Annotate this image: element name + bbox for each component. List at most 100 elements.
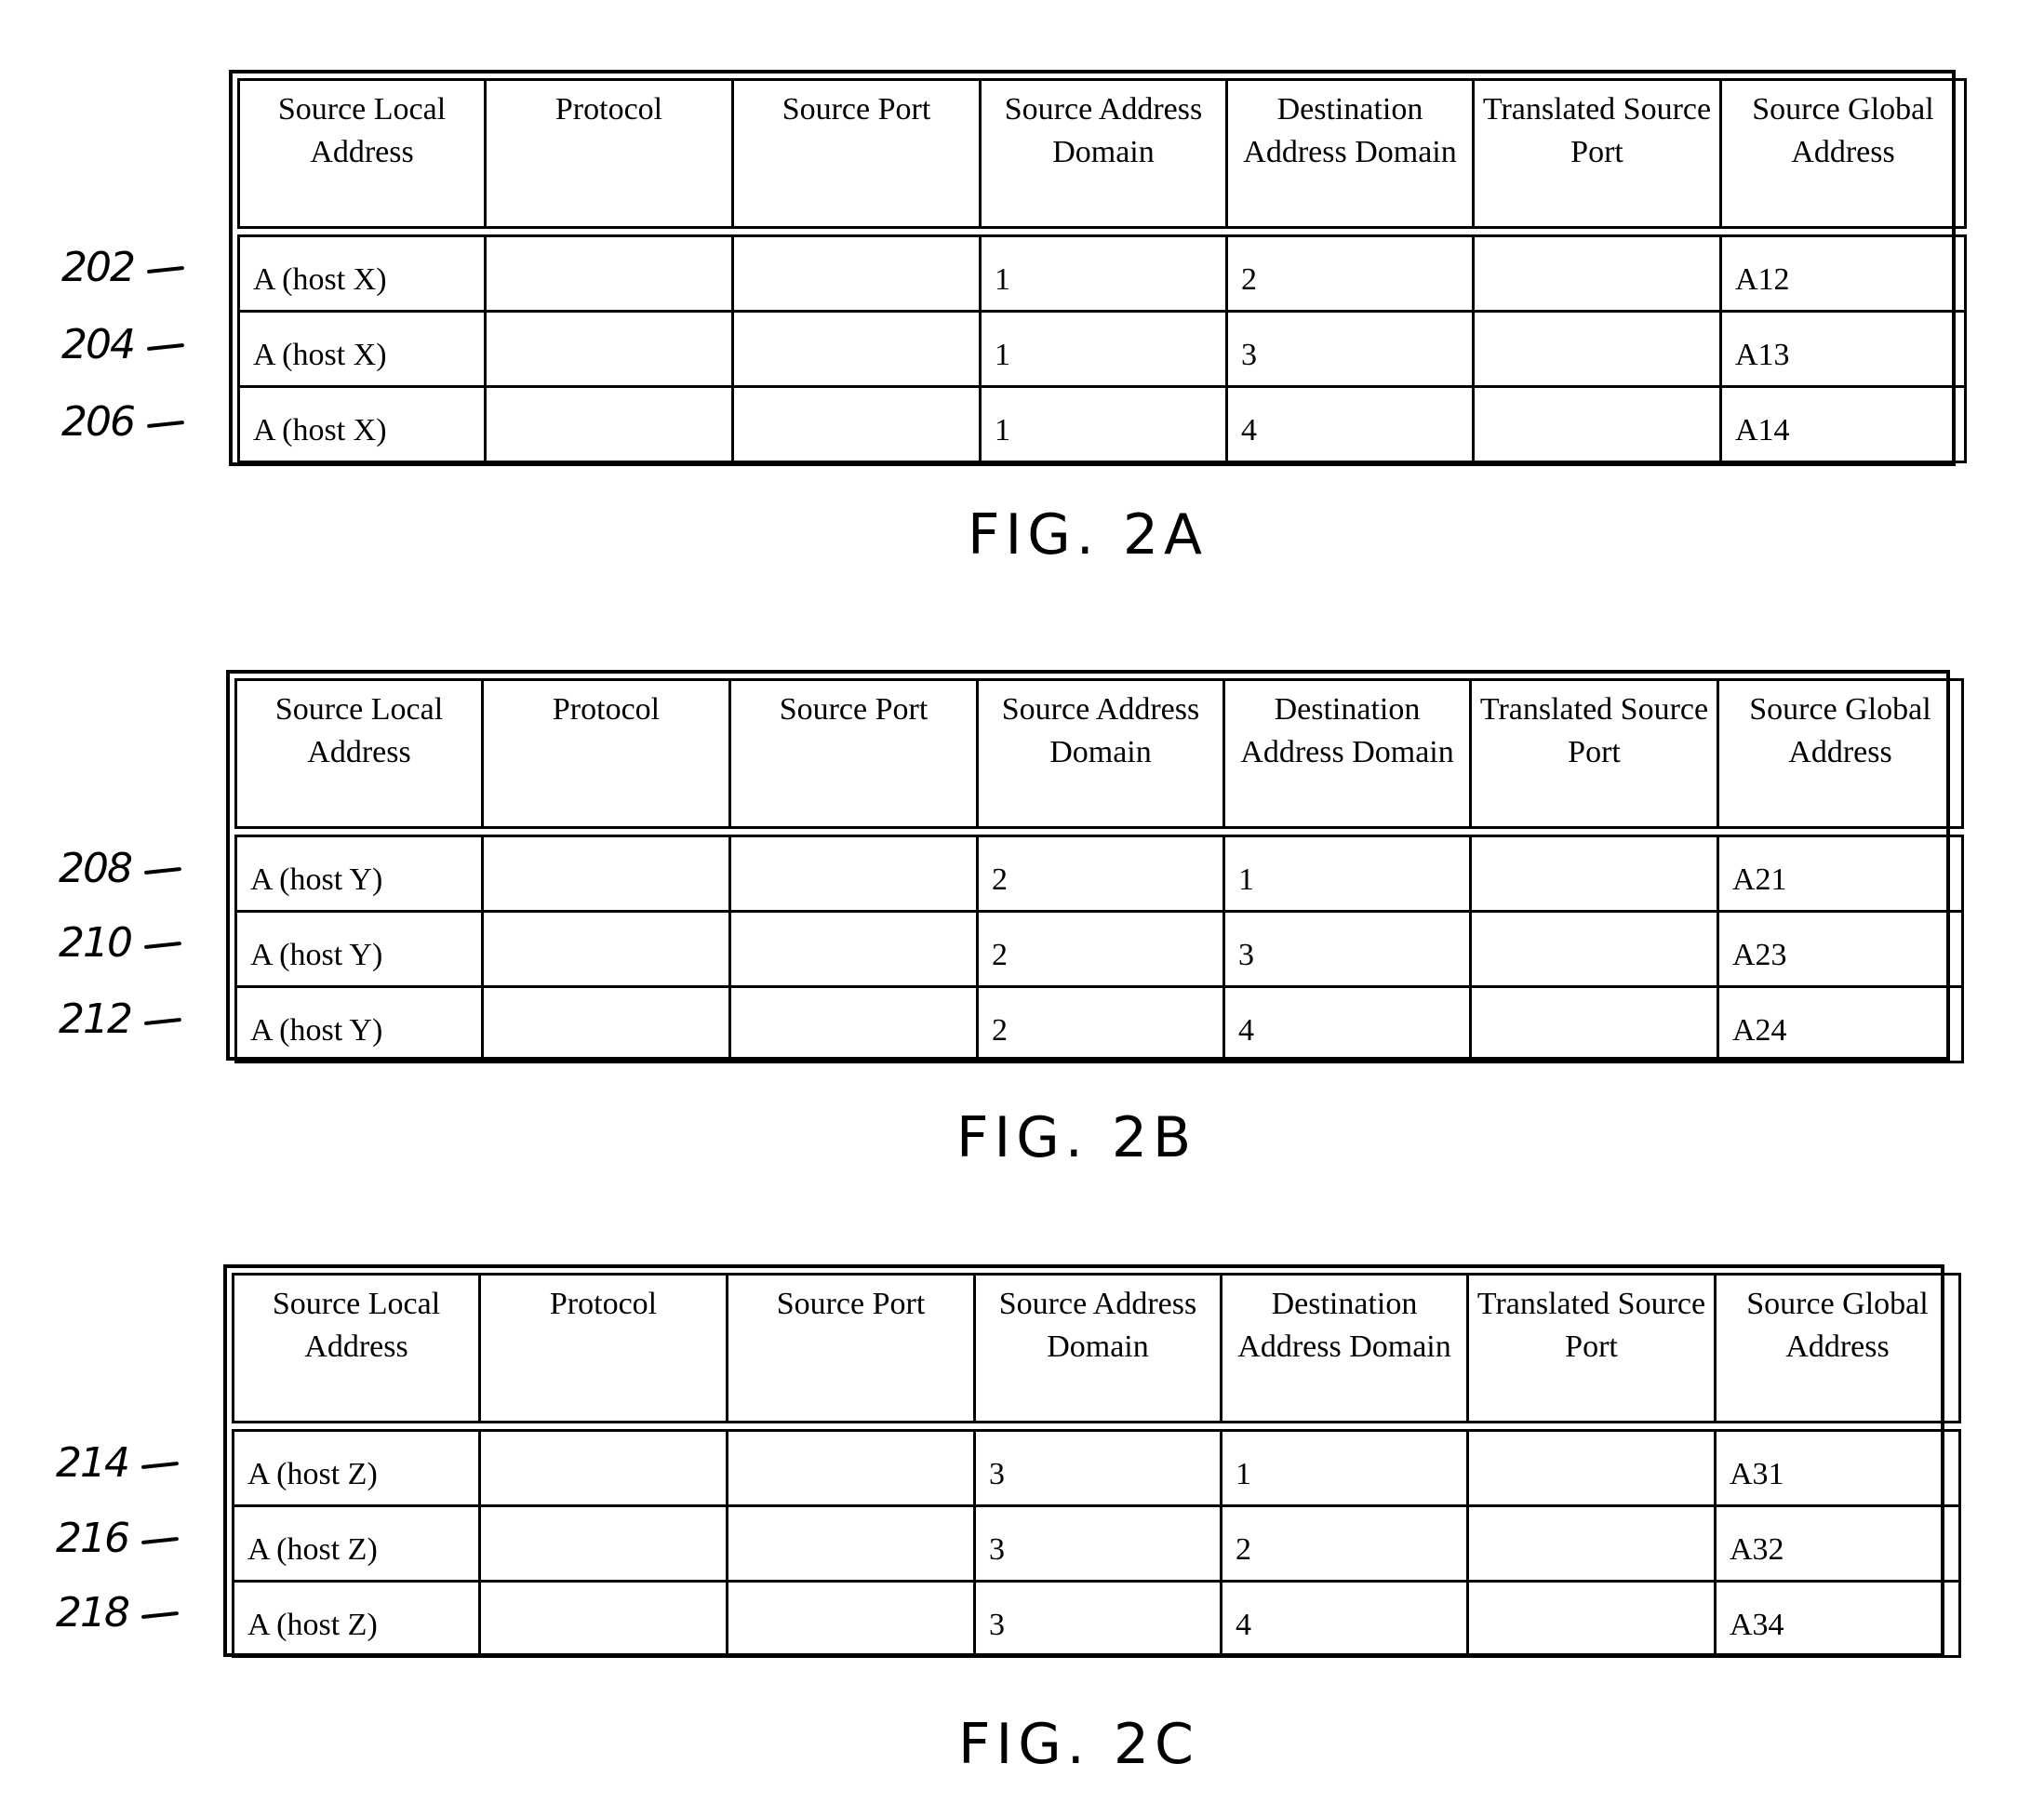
table-row: A (host Y) 2 1 A21	[234, 835, 1964, 913]
table-row: A (host Z) 3 2 A32	[232, 1504, 1961, 1583]
cell-translated-source-port	[1472, 234, 1722, 313]
cell-source-local-address: A (host Y)	[234, 985, 484, 1063]
cell-source-address-domain: 3	[973, 1504, 1222, 1583]
table-row: A (host Y) 2 4 A24	[234, 985, 1964, 1063]
row-reference-numeral: 206	[61, 398, 185, 446]
row-reference-numeral: 208	[59, 845, 182, 892]
cell-source-port	[728, 985, 979, 1063]
cell-source-address-domain: 1	[979, 234, 1228, 313]
column-header-destination-address-domain: Destination Address Domain	[1225, 78, 1475, 229]
column-header-protocol: Protocol	[478, 1273, 728, 1423]
reference-number: 212	[59, 995, 133, 1043]
cell-destination-address-domain: 1	[1222, 835, 1472, 913]
row-reference-numeral: 218	[56, 1589, 180, 1637]
cell-protocol	[481, 835, 731, 913]
leader-line	[143, 866, 182, 875]
cell-source-address-domain: 2	[976, 985, 1225, 1063]
cell-source-local-address: A (host Z)	[232, 1580, 481, 1658]
cell-source-port	[731, 385, 982, 463]
header-row: Source Local Address Protocol Source Port S…	[237, 78, 1967, 229]
cell-protocol	[481, 910, 731, 988]
cell-source-port	[726, 1580, 976, 1658]
column-header-translated-source-port: Translated Source Port	[1466, 1273, 1717, 1423]
row-reference-numeral: 214	[56, 1439, 180, 1487]
cell-destination-address-domain: 4	[1222, 985, 1472, 1063]
column-header-destination-address-domain: Destination Address Domain	[1222, 678, 1472, 829]
cell-source-port	[731, 310, 982, 388]
row-reference-numeral: 210	[59, 919, 182, 967]
cell-destination-address-domain: 1	[1220, 1429, 1469, 1507]
cell-translated-source-port	[1469, 835, 1719, 913]
cell-translated-source-port	[1466, 1429, 1717, 1507]
cell-source-address-domain: 2	[976, 835, 1225, 913]
nat-table: Source Local Address Protocol Source Port S…	[223, 1264, 1961, 1658]
nat-translation-table: Source Local Address Protocol Source Port S…	[234, 678, 1964, 1063]
nat-translation-table: Source Local Address Protocol Source Port S…	[237, 78, 1967, 463]
reference-number: 216	[56, 1515, 130, 1562]
table-row: A (host X) 1 4 A14	[237, 385, 1967, 463]
cell-protocol	[484, 234, 734, 313]
column-header-source-port: Source Port	[731, 78, 982, 229]
figure-caption: FIG. 2A	[968, 502, 1209, 568]
cell-source-global-address: A24	[1717, 985, 1964, 1063]
column-header-translated-source-port: Translated Source Port	[1469, 678, 1719, 829]
cell-source-port	[728, 835, 979, 913]
cell-source-port	[726, 1504, 976, 1583]
leader-line	[140, 1461, 180, 1470]
column-header-source-port: Source Port	[726, 1273, 976, 1423]
row-reference-numeral: 212	[59, 995, 182, 1043]
figure-caption: FIG. 2C	[958, 1712, 1199, 1777]
leader-line	[146, 265, 185, 274]
cell-translated-source-port	[1466, 1504, 1717, 1583]
reference-number: 210	[59, 919, 133, 967]
cell-source-global-address: A34	[1714, 1580, 1961, 1658]
cell-destination-address-domain: 2	[1220, 1504, 1469, 1583]
cell-destination-address-domain: 2	[1225, 234, 1475, 313]
column-header-source-local-address: Source Local Address	[232, 1273, 481, 1423]
cell-destination-address-domain: 3	[1225, 310, 1475, 388]
column-header-source-address-domain: Source Address Domain	[973, 1273, 1222, 1423]
cell-protocol	[478, 1429, 728, 1507]
column-header-source-global-address: Source Global Address	[1717, 678, 1964, 829]
cell-source-global-address: A32	[1714, 1504, 1961, 1583]
cell-destination-address-domain: 3	[1222, 910, 1472, 988]
table-row: A (host Z) 3 1 A31	[232, 1429, 1961, 1507]
cell-protocol	[484, 310, 734, 388]
column-header-protocol: Protocol	[481, 678, 731, 829]
cell-protocol	[484, 385, 734, 463]
reference-number: 214	[56, 1439, 130, 1487]
column-header-source-address-domain: Source Address Domain	[976, 678, 1225, 829]
cell-source-global-address: A21	[1717, 835, 1964, 913]
cell-translated-source-port	[1469, 910, 1719, 988]
header-separator-line	[238, 226, 1966, 237]
cell-source-global-address: A31	[1714, 1429, 1961, 1507]
cell-source-address-domain: 3	[973, 1580, 1222, 1658]
cell-destination-address-domain: 4	[1220, 1580, 1469, 1658]
reference-number: 208	[59, 845, 133, 892]
cell-source-port	[726, 1429, 976, 1507]
leader-line	[143, 941, 182, 950]
cell-source-address-domain: 1	[979, 385, 1228, 463]
header-row: Source Local Address Protocol Source Port S…	[232, 1273, 1961, 1423]
nat-table: Source Local Address Protocol Source Port S…	[226, 670, 1964, 1063]
reference-number: 206	[61, 398, 136, 446]
leader-line	[146, 342, 185, 352]
row-reference-numeral: 202	[61, 244, 185, 291]
cell-source-global-address: A23	[1717, 910, 1964, 988]
cell-destination-address-domain: 4	[1225, 385, 1475, 463]
leader-line	[143, 1017, 182, 1026]
cell-source-address-domain: 2	[976, 910, 1225, 988]
cell-source-port	[728, 910, 979, 988]
column-header-source-global-address: Source Global Address	[1714, 1273, 1961, 1423]
reference-number: 218	[56, 1589, 130, 1637]
cell-protocol	[481, 985, 731, 1063]
header-separator	[235, 826, 1963, 837]
cell-source-local-address: A (host Z)	[232, 1504, 481, 1583]
cell-source-local-address: A (host Y)	[234, 835, 484, 913]
leader-line	[146, 420, 185, 429]
table-row: A (host Z) 3 4 A34	[232, 1580, 1961, 1658]
cell-protocol	[478, 1504, 728, 1583]
row-reference-numeral: 204	[61, 321, 185, 368]
cell-source-local-address: A (host Z)	[232, 1429, 481, 1507]
column-header-source-address-domain: Source Address Domain	[979, 78, 1228, 229]
